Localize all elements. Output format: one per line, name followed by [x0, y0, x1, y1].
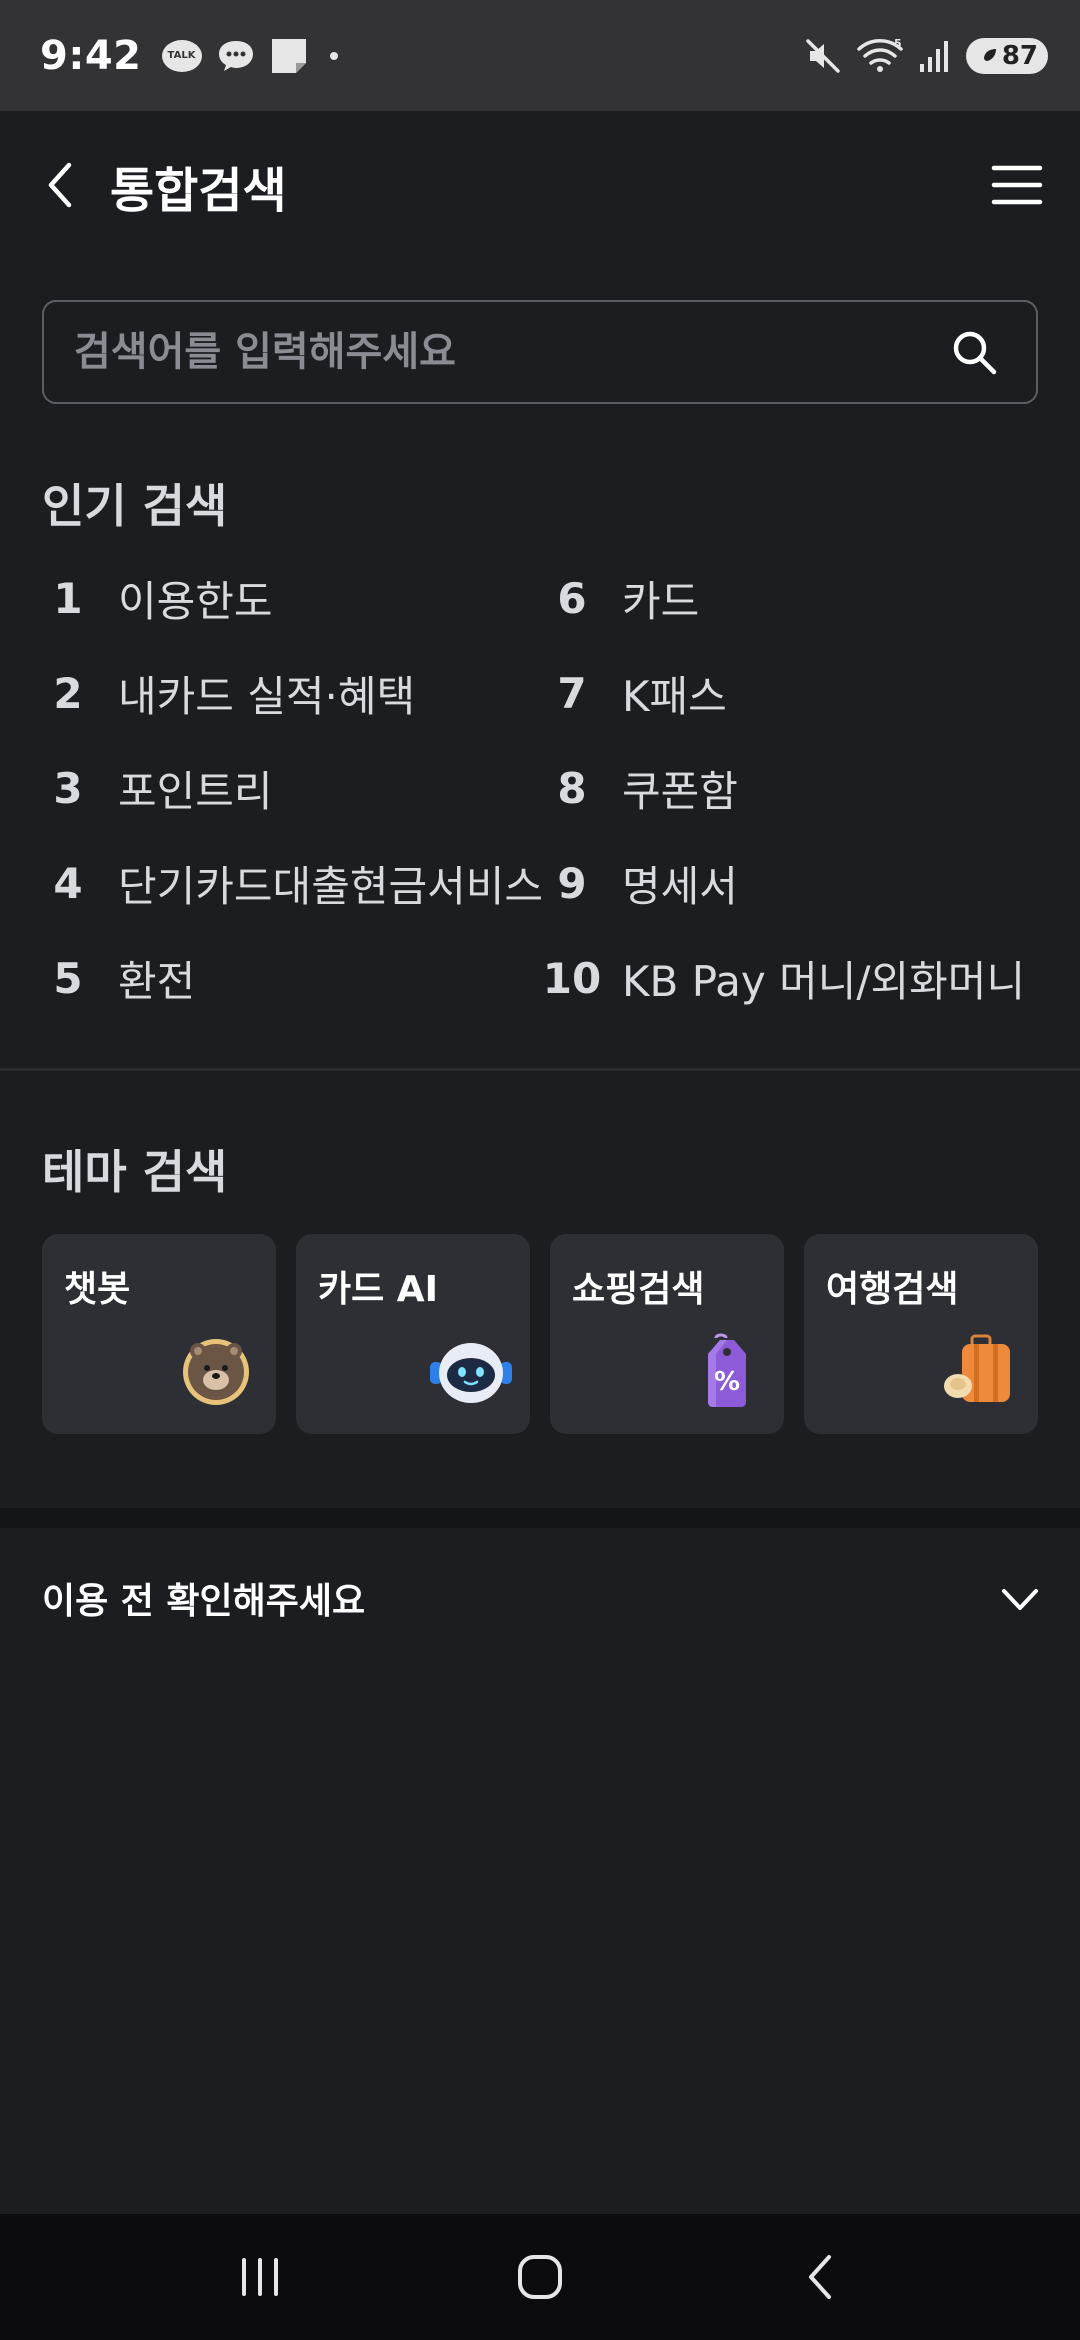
popular-rank: 9 — [557, 858, 587, 908]
home-icon — [518, 2255, 562, 2299]
section-divider — [0, 1068, 1080, 1071]
popular-rank: 7 — [557, 668, 587, 718]
popular-term: 명세서 — [622, 861, 738, 911]
signal-icon — [918, 38, 952, 74]
theme-search-title: 테마 검색 — [42, 1145, 228, 1199]
popular-item[interactable]: 9 명세서 — [538, 843, 738, 923]
bear-icon — [183, 1339, 249, 1405]
note-icon — [270, 37, 308, 75]
popular-item[interactable]: 5 환전 — [34, 938, 195, 1018]
search-input[interactable] — [74, 329, 942, 375]
back-icon — [809, 2255, 831, 2299]
notification-dot — [329, 51, 338, 60]
theme-card-label: 챗봇 — [64, 1269, 131, 1310]
notice-label: 이용 전 확인해주세요 — [42, 1581, 366, 1622]
popular-term: 내카드 실적·혜택 — [118, 671, 416, 721]
expand-button[interactable] — [990, 1570, 1050, 1630]
battery-indicator: 87 — [966, 37, 1048, 74]
notice-accordion[interactable]: 이용 전 확인해주세요 — [0, 1528, 1080, 1668]
page-title: 통합검색 — [110, 163, 287, 219]
menu-button[interactable] — [984, 155, 1050, 215]
system-nav-bar — [0, 2214, 1080, 2340]
popular-search-list: 1 이용한도 2 내카드 실적·혜택 3 포인트리 4 단기카드대출현금서비스 … — [0, 550, 1080, 1030]
popular-rank: 5 — [53, 953, 83, 1003]
status-time: 9:42 — [40, 32, 142, 79]
popular-rank: 2 — [53, 668, 83, 718]
theme-card-chatbot[interactable]: 챗봇 — [42, 1234, 276, 1434]
status-right: 5 87 — [804, 37, 1048, 75]
talk-bubble-label: TALK — [161, 39, 202, 72]
popular-search-title: 인기 검색 — [42, 479, 228, 533]
chevron-left-icon — [48, 162, 72, 208]
mute-icon — [804, 37, 842, 75]
shopping-tag-icon: % — [708, 1333, 746, 1407]
charging-icon — [983, 48, 996, 61]
popular-rank: 4 — [53, 858, 83, 908]
popular-rank: 8 — [557, 763, 587, 813]
search-button[interactable] — [942, 320, 1006, 384]
popular-term: 환전 — [118, 956, 196, 1006]
app-header: 통합검색 — [0, 111, 1080, 261]
system-back-button[interactable] — [770, 2227, 870, 2327]
search-icon — [953, 331, 997, 375]
section-divider-thick — [0, 1508, 1080, 1528]
recent-apps-icon — [242, 2258, 278, 2296]
popular-rank: 6 — [557, 573, 587, 623]
popular-rank: 10 — [542, 953, 602, 1003]
battery-level: 87 — [1001, 40, 1038, 71]
popular-term: K패스 — [622, 671, 727, 721]
popular-rank: 3 — [53, 763, 83, 813]
status-bar: 9:42 TALK 5 87 — [0, 0, 1080, 111]
popular-item[interactable]: 8 쿠폰함 — [538, 748, 738, 828]
theme-card-shopping[interactable]: 쇼핑검색 % — [550, 1234, 784, 1434]
theme-card-card-ai[interactable]: 카드 AI — [296, 1234, 530, 1434]
network-label: 5 — [894, 37, 902, 50]
popular-term: KB Pay 머니/외화머니 — [622, 956, 1026, 1006]
back-button[interactable] — [30, 155, 90, 215]
popular-term: 카드 — [622, 576, 700, 626]
popular-item[interactable]: 7 K패스 — [538, 653, 727, 733]
wifi-icon: 5 — [856, 37, 904, 75]
theme-card-label: 여행검색 — [826, 1269, 959, 1310]
popular-term: 포인트리 — [118, 766, 273, 816]
suitcase-icon — [944, 1334, 1010, 1402]
popular-item[interactable]: 3 포인트리 — [34, 748, 273, 828]
theme-card-label: 카드 AI — [318, 1269, 439, 1310]
svg-text:%: % — [714, 1367, 740, 1397]
theme-card-label: 쇼핑검색 — [572, 1269, 705, 1310]
popular-item[interactable]: 1 이용한도 — [34, 558, 273, 638]
chevron-down-icon — [1002, 1589, 1038, 1610]
hamburger-menu-icon — [991, 165, 1043, 205]
popular-item[interactable]: 4 단기카드대출현금서비스 — [34, 843, 543, 923]
robot-icon — [430, 1343, 512, 1403]
popular-rank: 1 — [53, 573, 83, 623]
popular-item[interactable]: 2 내카드 실적·혜택 — [34, 653, 415, 733]
popular-item[interactable]: 10 KB Pay 머니/외화머니 — [538, 938, 1025, 1018]
popular-item[interactable]: 6 카드 — [538, 558, 699, 638]
home-button[interactable] — [490, 2227, 590, 2327]
recent-apps-button[interactable] — [210, 2227, 310, 2327]
popular-term: 쿠폰함 — [622, 766, 738, 816]
search-box — [42, 300, 1038, 404]
kakaotalk-icon: TALK — [161, 39, 202, 72]
theme-card-travel[interactable]: 여행검색 — [804, 1234, 1038, 1434]
popular-term: 단기카드대출현금서비스 — [118, 861, 544, 911]
message-icon — [216, 38, 256, 74]
status-left: 9:42 TALK — [40, 33, 338, 79]
popular-term: 이용한도 — [118, 576, 273, 626]
